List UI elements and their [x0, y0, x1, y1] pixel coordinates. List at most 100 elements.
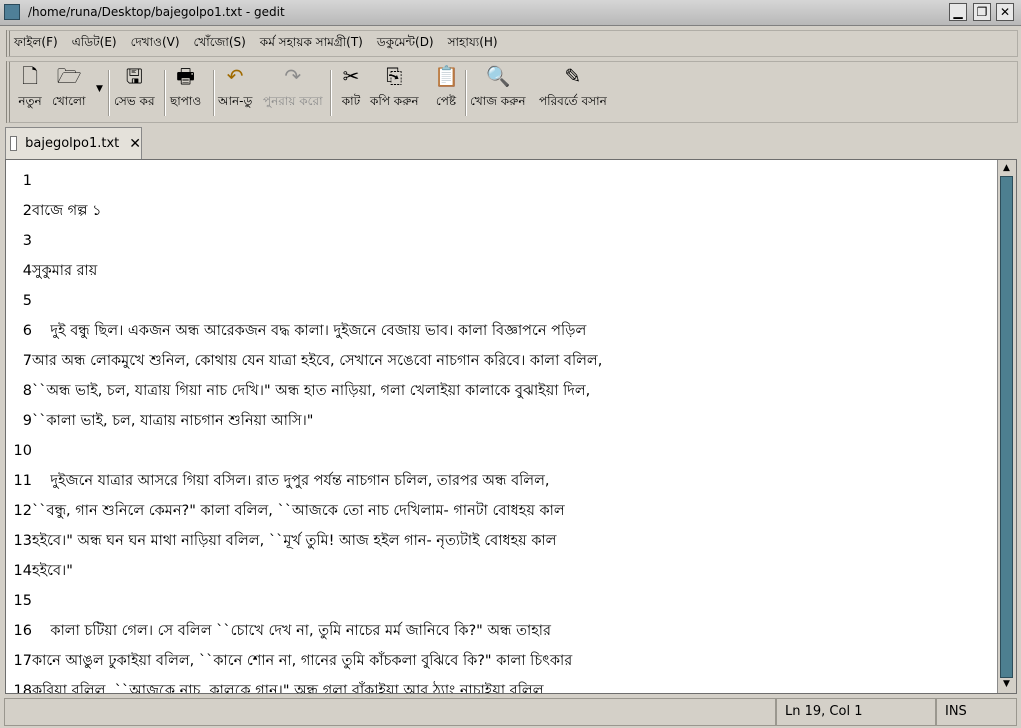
- scroll-up-icon[interactable]: ▲: [1000, 162, 1013, 175]
- line-number: 12: [13, 503, 32, 519]
- scroll-down-icon[interactable]: ▼: [1000, 678, 1013, 691]
- line-text: ``বন্ধু, গান শুনিলে কেমন?" কালা বলিল, ``…: [32, 503, 565, 519]
- editor-line[interactable]: 8``অন্ধ ভাই, চল, যাত্রায় গিয়া নাচ দেখি…: [6, 376, 591, 406]
- line-number: 17: [13, 653, 32, 669]
- app-icon[interactable]: [4, 4, 20, 20]
- open-label: খোলো: [52, 94, 86, 108]
- menu-bar: ফাইল(F) এডিট(E) দেখাও(V) খোঁজো(S) কর্ম স…: [6, 30, 1018, 57]
- menu-search[interactable]: খোঁজো(S): [194, 34, 246, 54]
- new-label: নতুন: [18, 94, 42, 108]
- replace-label: পরিবর্তে বসান: [539, 94, 607, 108]
- line-number: 8: [22, 383, 32, 399]
- close-window-button[interactable]: ✕: [996, 3, 1014, 21]
- close-icon: ✕: [999, 5, 1011, 19]
- line-text: কানে আঙুল ঢুকাইয়া বলিল, ``কানে শোন না, …: [32, 653, 573, 669]
- clipboard-icon: 📋: [434, 64, 459, 88]
- redo-icon: ↷: [284, 64, 302, 88]
- toolbar-separator: [330, 70, 332, 116]
- editor-line[interactable]: 17কানে আঙুল ঢুকাইয়া বলিল, ``কানে শোন না…: [6, 646, 573, 676]
- text-file-icon: [10, 136, 18, 151]
- toolbar-separator: [465, 70, 467, 116]
- editor-line[interactable]: 2বাজে গল্প ১: [6, 196, 102, 226]
- editor-line[interactable]: 1: [6, 166, 32, 196]
- search-icon: 🔍: [485, 64, 511, 88]
- replace-icon: ✎: [564, 64, 582, 88]
- find-button[interactable]: 🔍 খোজ করুন: [470, 64, 526, 113]
- editor-line[interactable]: 15: [6, 586, 32, 616]
- editor-line[interactable]: 14হইবে।": [6, 556, 73, 586]
- undo-icon: ↶: [226, 64, 244, 88]
- cut-button[interactable]: ✂ কাট: [339, 64, 363, 113]
- open-recent-dropdown[interactable]: ▼: [96, 84, 103, 94]
- close-tab-icon[interactable]: ✕: [129, 136, 141, 152]
- open-button[interactable]: 🗁 খোলো: [52, 64, 85, 113]
- print-button[interactable]: 🖶 ছাপাও: [170, 64, 201, 113]
- text-editor[interactable]: 1 2বাজে গল্প ১ 3 4সুকুমার রায় 5 6 দুই বন্ধু …: [6, 160, 996, 693]
- editor-line[interactable]: 5: [6, 286, 32, 316]
- new-button[interactable]: 🗋 নতুন: [18, 64, 42, 113]
- redo-label: পুনরায় করো: [263, 94, 323, 108]
- line-number: 10: [13, 443, 32, 459]
- editor-frame: 1 2বাজে গল্প ১ 3 4সুকুমার রায় 5 6 দুই বন্ধু …: [5, 159, 1017, 694]
- printer-icon: 🖶: [176, 64, 196, 88]
- copy-button[interactable]: ⎘ কপি করুন: [370, 64, 419, 113]
- line-text: হইবে।": [32, 563, 73, 579]
- menu-documents[interactable]: ডকুমেন্ট(D): [377, 34, 434, 54]
- new-document-icon: 🗋: [21, 64, 39, 88]
- paste-button[interactable]: 📋 পেষ্ট: [434, 64, 459, 113]
- status-bar: Ln 19, Col 1 INS: [0, 698, 1021, 728]
- paste-label: পেষ্ট: [435, 94, 457, 108]
- save-button[interactable]: 🖫 সেভ কর: [114, 64, 155, 113]
- editor-line[interactable]: 10: [6, 436, 32, 466]
- status-message: [4, 698, 776, 726]
- menu-tools[interactable]: কর্ম সহায়ক সামগ্রী(T): [260, 34, 363, 54]
- line-number: 2: [22, 203, 32, 219]
- toolbar-separator: [213, 70, 215, 116]
- line-number: 6: [22, 323, 32, 339]
- editor-line[interactable]: 4সুকুমার রায়: [6, 256, 98, 286]
- menu-file[interactable]: ফাইল(F): [14, 34, 58, 54]
- line-text: ``কালা ভাই, চল, যাত্রায় নাচগান শুনিয়া …: [32, 413, 314, 429]
- line-number: 4: [22, 263, 32, 279]
- menu-edit[interactable]: এডিট(E): [72, 34, 117, 54]
- tab-label: bajegolpo1.txt: [25, 136, 120, 151]
- copy-icon: ⎘: [386, 64, 403, 88]
- folder-icon: 🗁: [56, 64, 82, 88]
- replace-button[interactable]: ✎ পরিবর্তে বসান: [539, 64, 607, 113]
- line-text: বাজে গল্প ১: [32, 203, 102, 219]
- editor-line[interactable]: 7আর অন্ধ লোকমুখে শুনিল, কোথায় যেন যাত্র…: [6, 346, 603, 376]
- print-label: ছাপাও: [170, 94, 202, 108]
- minimize-button[interactable]: ▁: [949, 3, 967, 21]
- document-tabs: bajegolpo1.txt ✕: [0, 127, 1021, 159]
- tab-bajegolpo1[interactable]: bajegolpo1.txt ✕: [5, 127, 142, 159]
- editor-line[interactable]: 16 কালা চটিয়া গেল। সে বলিল ``চোখে দেখ ন…: [6, 616, 551, 646]
- editor-line[interactable]: 18করিয়া বলিল, ``আজকে নাচ, কালকে গান।" অ…: [6, 676, 544, 693]
- menu-help[interactable]: সাহায্য(H): [448, 34, 498, 54]
- editor-line[interactable]: 3: [6, 226, 32, 256]
- undo-button[interactable]: ↶ আন-ডু: [218, 64, 252, 113]
- line-text: দুইজনে যাত্রার আসরে গিয়া বসিল। রাত দুপু…: [32, 473, 550, 489]
- line-text: ``অন্ধ ভাই, চল, যাত্রায় গিয়া নাচ দেখি।…: [32, 383, 591, 399]
- cut-label: কাট: [341, 94, 361, 108]
- editor-line[interactable]: 12``বন্ধু, গান শুনিলে কেমন?" কালা বলিল, …: [6, 496, 565, 526]
- vertical-scrollbar[interactable]: ▲ ▼: [997, 160, 1016, 693]
- chevron-down-icon: ▼: [96, 84, 103, 94]
- editor-line[interactable]: 6 দুই বন্ধু ছিল। একজন অন্ধ আরেকজন বদ্ধ ক…: [6, 316, 587, 346]
- scissors-icon: ✂: [342, 64, 360, 88]
- line-number: 1: [22, 173, 32, 189]
- editor-line[interactable]: 13হইবে।" অন্ধ ঘন ঘন মাথা নাড়িয়া বলিল, …: [6, 526, 557, 556]
- menu-view[interactable]: দেখাও(V): [131, 34, 180, 54]
- maximize-button[interactable]: ❐: [973, 3, 991, 21]
- editor-line[interactable]: 11 দুইজনে যাত্রার আসরে গিয়া বসিল। রাত দ…: [6, 466, 550, 496]
- line-text: আর অন্ধ লোকমুখে শুনিল, কোথায় যেন যাত্রা…: [32, 353, 603, 369]
- window-title: /home/runa/Desktop/bajegolpo1.txt - gedi…: [28, 5, 285, 19]
- maximize-icon: ❐: [976, 5, 988, 19]
- line-number: 11: [13, 473, 32, 489]
- line-number: 16: [13, 623, 32, 639]
- insert-mode: INS: [936, 698, 1017, 726]
- toolbar: 🗋 নতুন 🗁 খোলো ▼ 🖫 সেভ কর 🖶 ছাপাও ↶ আন-ডু…: [6, 61, 1018, 123]
- toolbar-separator: [108, 70, 110, 116]
- scrollbar-thumb[interactable]: [1000, 176, 1013, 678]
- redo-button[interactable]: ↷ পুনরায় করো: [263, 64, 323, 113]
- editor-line[interactable]: 9``কালা ভাই, চল, যাত্রায় নাচগান শুনিয়া…: [6, 406, 314, 436]
